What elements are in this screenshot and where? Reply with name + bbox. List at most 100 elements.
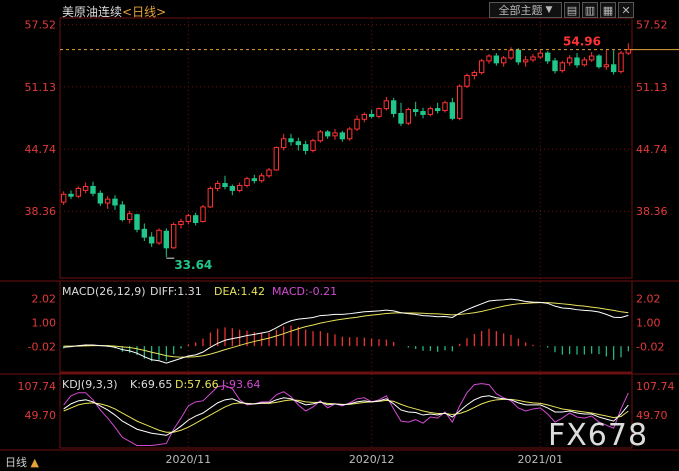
candle-body — [390, 100, 397, 114]
candle-body — [97, 192, 104, 204]
topic-dropdown[interactable]: 全部主题 ▼ — [489, 2, 562, 18]
price-tick-left: 51.13 — [25, 81, 57, 94]
panel-frame-1 — [59, 280, 633, 373]
period-label[interactable]: <日线> — [122, 5, 166, 19]
macd-tick-right: 1.00 — [636, 317, 661, 330]
min-price-label: 33.64 — [174, 258, 212, 272]
candle-body — [566, 57, 573, 64]
macd-tick-left: 1.00 — [32, 317, 57, 330]
candle-body — [574, 57, 580, 66]
close-button[interactable]: ✕ — [618, 2, 634, 18]
topic-label: 全部主题 — [498, 4, 543, 17]
candle-body — [163, 230, 170, 249]
date-tick: 2021/01 — [517, 453, 563, 466]
candle-body — [508, 49, 514, 59]
chart-header: 美原油连续<日线> — [62, 3, 166, 20]
candle-body — [170, 223, 177, 249]
candle-body — [552, 60, 558, 72]
candle-body — [420, 111, 426, 115]
kdj-tick-right: 107.74 — [636, 380, 675, 393]
zoom-in-button[interactable]: ▤ — [564, 2, 580, 18]
candle-body — [346, 128, 353, 140]
macd-panel: MACD(26,12,9) DIFF:1.31 DEA:1.42 MACD:-0.21 — [62, 285, 629, 364]
candle-body — [126, 213, 133, 221]
toolbar: 全部主题 ▼ ▤ ▥ ▦ ✕ — [489, 2, 636, 18]
price-tick-right: 44.74 — [636, 143, 668, 156]
settings-button[interactable]: ▦ — [600, 2, 616, 18]
candle-body — [119, 204, 126, 221]
candle-body — [236, 185, 243, 191]
candle-body — [537, 52, 544, 58]
axis-labels: 57.52 57.52 51.13 51.13 44.74 44.74 38.36 38.36… — [18, 19, 675, 466]
kdj-j-value: J:93.64 — [221, 378, 260, 391]
candle-body — [112, 198, 118, 206]
candle-body — [361, 113, 368, 120]
candle-body — [310, 140, 316, 151]
candle-body — [192, 215, 199, 224]
macd-tick-left: -0.02 — [28, 341, 56, 354]
period-status-label: 日线 — [5, 456, 27, 469]
candle-body — [332, 132, 338, 137]
candle-body — [368, 113, 375, 117]
candle-body — [398, 112, 404, 124]
candle-body — [471, 72, 478, 76]
candle-body — [148, 236, 155, 244]
macd-label: MACD(26,12,9) — [62, 285, 146, 298]
candle-body — [354, 118, 360, 130]
candle-body — [280, 138, 287, 149]
price-tick-right: 57.52 — [636, 19, 668, 32]
candle-body — [258, 175, 265, 182]
macd-tick-right: -0.02 — [636, 341, 664, 354]
price-tick-right: 51.13 — [636, 81, 668, 94]
candle-body — [427, 108, 434, 115]
candle-body — [449, 102, 456, 119]
candle-body — [339, 132, 346, 140]
price-tick-left: 57.52 — [25, 19, 57, 32]
triangle-up-icon: ▲ — [30, 456, 39, 469]
candle-body — [295, 141, 302, 146]
candle-body — [522, 59, 529, 63]
period-status[interactable]: 日线 ▲ — [5, 454, 39, 470]
candle-body — [324, 131, 331, 137]
instrument-title: 美原油连续 — [62, 5, 123, 19]
chart-canvas: 54.96 33.64 MACD(26,12,9) DIFF:1.31 DEA:1.4… — [0, 17, 679, 466]
close-icon: ✕ — [621, 3, 631, 17]
candle-body — [134, 214, 140, 230]
candle-body — [288, 138, 294, 143]
last-price-label: 54.96 — [563, 35, 601, 49]
candle-body — [530, 56, 536, 61]
candle-body — [515, 49, 522, 63]
zoom-out-icon: ▥ — [584, 3, 596, 17]
candle-body — [486, 55, 492, 62]
candle-body — [618, 52, 624, 73]
candle-body — [317, 131, 324, 142]
kdj-label: KDJ(9,3,3) — [62, 378, 118, 391]
macd-diff-value: DIFF:1.31 — [150, 285, 202, 298]
zoom-out-button[interactable]: ▥ — [582, 2, 598, 18]
candle-body — [603, 64, 610, 68]
candle-body — [222, 183, 228, 187]
zoom-in-icon: ▤ — [566, 3, 578, 17]
watermark: FX678 — [548, 418, 649, 453]
candle-body — [456, 85, 463, 119]
dea-line — [63, 302, 629, 358]
candle-body — [500, 57, 507, 64]
candle-body — [442, 102, 448, 112]
chevron-down-icon: ▼ — [545, 5, 553, 15]
candle-body — [141, 228, 148, 238]
candle-body — [625, 49, 632, 54]
diff-line — [63, 298, 629, 364]
kdj-tick-left: 107.74 — [18, 380, 57, 393]
kdj-tick-left: 49.70 — [25, 409, 57, 422]
candle-body — [75, 187, 82, 197]
settings-icon: ▦ — [602, 3, 614, 17]
kdj-d-value: D:57.66 — [175, 378, 219, 391]
candle-body — [493, 55, 500, 64]
candle-body — [68, 193, 74, 197]
candle-body — [588, 55, 595, 61]
candle-body — [544, 52, 551, 62]
candle-body — [104, 198, 111, 204]
price-tick-right: 38.36 — [636, 205, 668, 218]
candle-body — [251, 178, 258, 182]
price-tick-left: 44.74 — [25, 143, 57, 156]
